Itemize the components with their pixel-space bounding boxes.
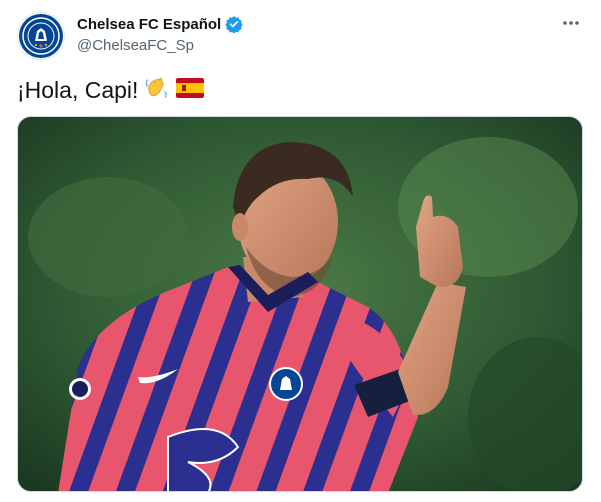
- waving-hand-emoji: [144, 74, 170, 106]
- player-photo-image: [18, 117, 582, 491]
- tweet-header: Chelsea FC Español @ChelseaFC_Sp: [17, 12, 585, 60]
- avatar[interactable]: [17, 12, 65, 60]
- chelsea-crest-icon: [19, 14, 63, 58]
- author-display-name[interactable]: Chelsea FC Español: [77, 16, 221, 33]
- tweet-text: ¡Hola, Capi!: [17, 74, 205, 106]
- tweet-card[interactable]: Chelsea FC Español @ChelseaFC_Sp ¡Hola, …: [0, 0, 601, 502]
- spain-flag-emoji: [176, 77, 205, 104]
- verified-badge-icon: [225, 15, 243, 34]
- more-options-icon[interactable]: [561, 16, 581, 28]
- tweet-text-content: ¡Hola, Capi!: [17, 76, 139, 103]
- author-names: Chelsea FC Español @ChelseaFC_Sp: [77, 14, 243, 54]
- tweet-photo[interactable]: [17, 116, 583, 492]
- display-name-row[interactable]: Chelsea FC Español: [77, 14, 243, 34]
- author-handle[interactable]: @ChelseaFC_Sp: [77, 37, 243, 54]
